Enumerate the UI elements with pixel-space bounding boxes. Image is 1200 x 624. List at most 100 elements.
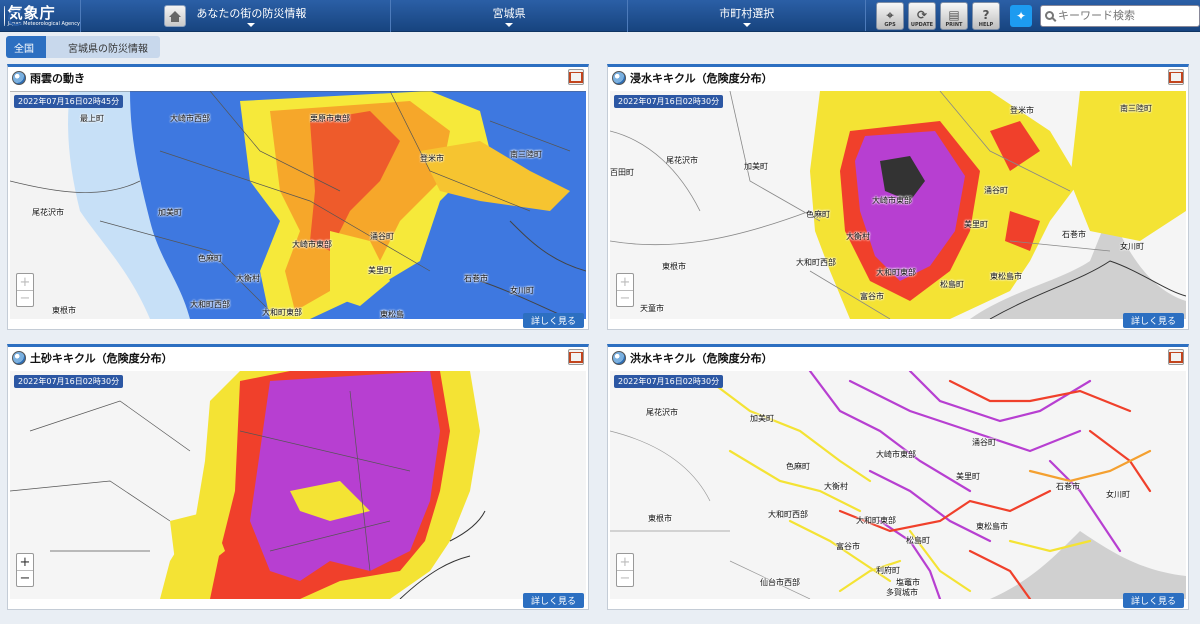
panel-title: 土砂キキクル（危険度分布） (30, 352, 173, 365)
place-label: 尾花沢市 (646, 408, 678, 417)
panel-title: 浸水キキクル（危険度分布） (630, 72, 773, 85)
print-button-label: PRINT (945, 21, 963, 28)
see-more-button[interactable]: 詳しく見る (522, 593, 584, 608)
place-label: 東根市 (648, 514, 672, 523)
place-label: 登米市 (420, 154, 444, 163)
chevron-down-icon (742, 23, 751, 27)
place-label: 仙台市西部 (760, 578, 800, 587)
place-label: 美里町 (956, 472, 980, 481)
breadcrumb-root[interactable]: 全国 (6, 36, 56, 58)
help-button[interactable]: ? HELP (972, 1, 1000, 30)
gps-button[interactable]: ⌖ GPS (876, 1, 904, 30)
landslide-map-graphic (10, 371, 586, 599)
rain-map[interactable]: 2022年07月16日02時45分 最上町 大崎市西部 栗原市東部 南三陸町 登… (10, 91, 586, 319)
question-icon: ? (982, 7, 990, 22)
zoom-out-button[interactable]: − (17, 570, 33, 586)
place-label: 石巻市 (1062, 230, 1086, 239)
book-icon[interactable] (1168, 69, 1184, 85)
inundation-map[interactable]: 2022年07月16日02時30分 登米市 南三陸町 尾花沢市 加美町 大崎市東… (610, 91, 1186, 319)
zoom-in-button[interactable]: + (617, 554, 633, 570)
zoom-in-button[interactable]: + (17, 554, 33, 570)
place-label: 大崎市西部 (170, 114, 210, 123)
zoom-in-button[interactable]: + (617, 274, 633, 290)
panel-title: 洪水キキクル（危険度分布） (630, 352, 773, 365)
book-icon[interactable] (568, 69, 584, 85)
place-label: 涌谷町 (984, 186, 1008, 195)
see-more-button[interactable]: 詳しく見る (1122, 593, 1184, 608)
update-button-label: UPDATE (910, 21, 934, 28)
place-label: 富谷市 (836, 542, 860, 551)
place-label: 大和町西部 (190, 300, 230, 309)
see-more-button[interactable]: 詳しく見る (522, 313, 584, 328)
place-label: 大和町東部 (262, 308, 302, 317)
crosshair-icon: ⌖ (886, 7, 894, 22)
keyword-search[interactable] (1040, 4, 1200, 27)
header-tools: ⌖ GPS ⟳ UPDATE ▤ PRINT ? HELP ✦ (865, 0, 1200, 31)
zoom-out-button[interactable]: − (17, 290, 33, 306)
place-label: 大崎市東部 (876, 450, 916, 459)
city-select-label: 市町村選択 (719, 7, 775, 20)
place-label: 尾花沢市 (666, 156, 698, 165)
place-label: 涌谷町 (370, 232, 394, 241)
home-nav-button[interactable]: あなたの街の防災情報 (80, 0, 390, 32)
place-label: 大衡村 (824, 482, 848, 491)
jma-logo[interactable]: 気象庁 Japan Meteorological Agency (0, 0, 80, 32)
print-button[interactable]: ▤ PRINT (940, 1, 968, 30)
flood-map[interactable]: 2022年07月16日02時30分 尾花沢市 加美町 大崎市東部 涌谷町 色麻町… (610, 371, 1186, 599)
breadcrumb-current: 宮城県の防災情報 (46, 36, 160, 58)
place-label: 大衡村 (846, 232, 870, 241)
place-label: 石巻市 (464, 274, 488, 283)
zoom-in-button[interactable]: + (17, 274, 33, 290)
zoom-control: + − (616, 553, 634, 587)
place-label: 百田町 (610, 168, 634, 177)
zoom-out-button[interactable]: − (617, 290, 633, 306)
update-button[interactable]: ⟳ UPDATE (908, 1, 936, 30)
chevron-down-icon (247, 23, 256, 27)
refresh-icon: ⟳ (916, 7, 928, 22)
place-label: 加美町 (158, 208, 182, 217)
landslide-map[interactable]: 2022年07月16日02時30分 + − (10, 371, 586, 599)
place-label: 大和町東部 (856, 516, 896, 525)
place-label: 東松島 (380, 310, 404, 319)
observation-timestamp: 2022年07月16日02時30分 (14, 375, 124, 388)
see-more-button[interactable]: 詳しく見る (1122, 313, 1184, 328)
place-label: 東松島市 (990, 272, 1022, 281)
rain-map-graphic (10, 91, 586, 319)
prefecture-nav-button[interactable]: 宮城県 (389, 0, 628, 32)
place-label: 東松島市 (976, 522, 1008, 531)
kikikuru-icon (12, 351, 26, 365)
city-select-button[interactable]: 市町村選択 (627, 0, 865, 32)
twitter-icon[interactable]: ✦ (1010, 4, 1032, 27)
place-label: 美里町 (368, 266, 392, 275)
zoom-control: + − (616, 273, 634, 307)
printer-icon: ▤ (948, 7, 960, 22)
search-input[interactable] (1058, 9, 1188, 22)
place-label: 石巻市 (1056, 482, 1080, 491)
top-header: 気象庁 Japan Meteorological Agency あなたの街の防災… (0, 0, 1200, 32)
zoom-out-button[interactable]: − (617, 570, 633, 586)
landslide-panel: 土砂キキクル（危険度分布） 2022年07月16日02時30分 + − 詳しく見… (7, 344, 589, 610)
zoom-control: + − (16, 273, 34, 307)
kikikuru-icon (612, 351, 626, 365)
place-label: 色麻町 (198, 254, 222, 263)
observation-timestamp: 2022年07月16日02時30分 (614, 375, 724, 388)
place-label: 大衡村 (236, 274, 260, 283)
chevron-down-icon (505, 23, 514, 27)
rain-radar-icon (12, 71, 26, 85)
place-label: 利府町 (876, 566, 900, 575)
place-label: 多賀城市 (886, 588, 918, 597)
place-label: 登米市 (1010, 106, 1034, 115)
place-label: 富谷市 (860, 292, 884, 301)
observation-timestamp: 2022年07月16日02時30分 (614, 95, 724, 108)
place-label: 大和町東部 (876, 268, 916, 277)
book-icon[interactable] (1168, 349, 1184, 365)
inundation-panel: 浸水キキクル（危険度分布） 2022年07月16日02時30分 登米市 南三陸町… (607, 64, 1189, 330)
place-label: 女川町 (1120, 242, 1144, 251)
rain-cloud-panel: 雨雲の動き 2022年07月16日02時45分 最上町 大崎市西部 栗原市東部 … (7, 64, 589, 330)
book-icon[interactable] (568, 349, 584, 365)
zoom-control: + − (16, 553, 34, 587)
observation-timestamp: 2022年07月16日02時45分 (14, 95, 124, 108)
place-label: 涌谷町 (972, 438, 996, 447)
help-button-label: HELP (978, 21, 994, 28)
place-label: 大崎市東部 (872, 196, 912, 205)
